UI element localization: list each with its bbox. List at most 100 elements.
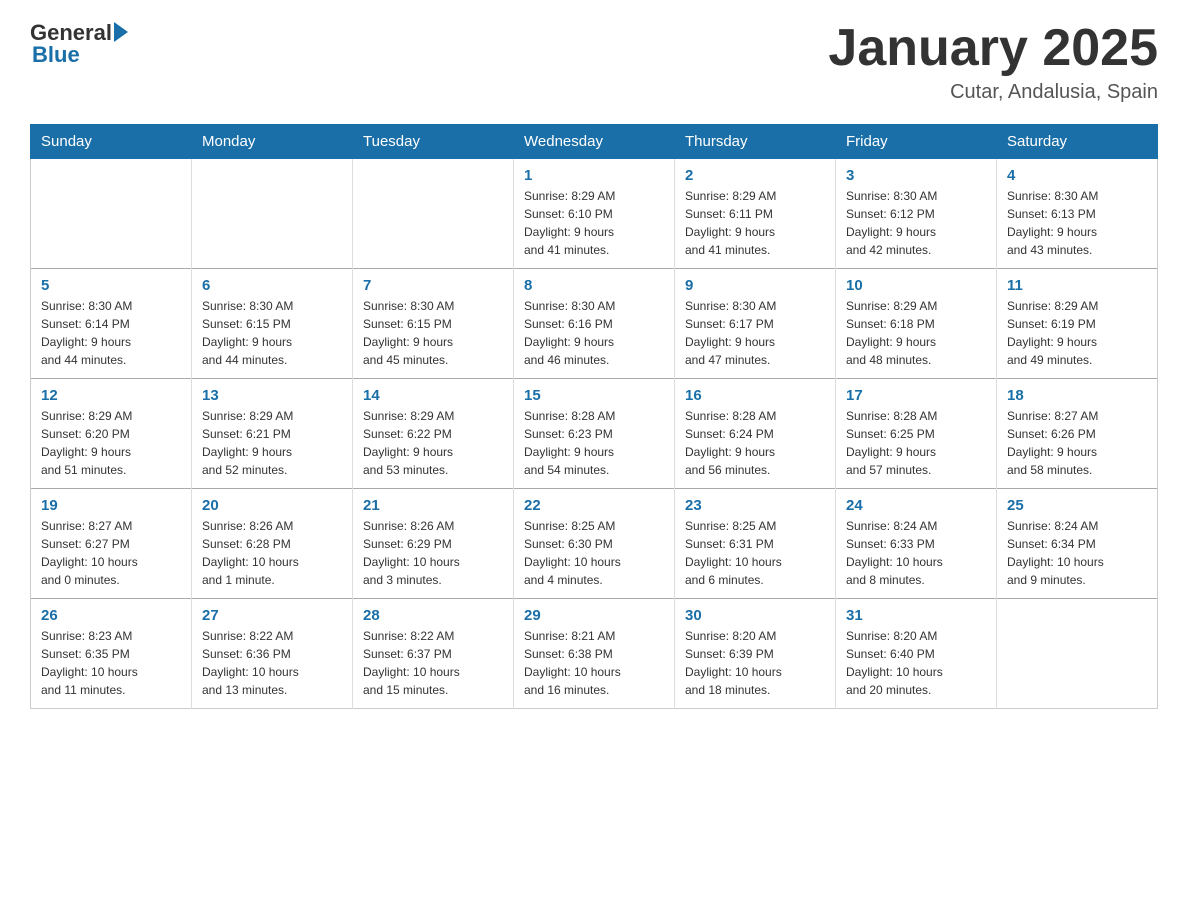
day-info: Sunrise: 8:30 AMSunset: 6:14 PMDaylight:…: [41, 297, 181, 369]
day-info: Sunrise: 8:28 AMSunset: 6:24 PMDaylight:…: [685, 407, 825, 479]
calendar-cell: [31, 159, 192, 269]
calendar-week-row: 12Sunrise: 8:29 AMSunset: 6:20 PMDayligh…: [31, 379, 1158, 489]
day-info: Sunrise: 8:29 AMSunset: 6:21 PMDaylight:…: [202, 407, 342, 479]
calendar-cell: 23 Sunrise: 8:25 AMSunset: 6:31 PMDayligh…: [675, 489, 836, 599]
day-number: 4: [1007, 167, 1147, 184]
calendar-cell: [353, 159, 514, 269]
calendar-cell: 3Sunrise: 8:30 AMSunset: 6:12 PMDaylight…: [836, 159, 997, 269]
weekday-header: Friday: [836, 125, 997, 159]
day-info: Sunrise: 8:24 AMSunset: 6:33 PMDaylight:…: [846, 517, 986, 589]
calendar-cell: 9Sunrise: 8:30 AMSunset: 6:17 PMDaylight…: [675, 269, 836, 379]
day-number: 5: [41, 277, 181, 294]
calendar-week-row: 19 Sunrise: 8:27 AMSunset: 6:27 PMDayligh…: [31, 489, 1158, 599]
calendar-cell: 10Sunrise: 8:29 AMSunset: 6:18 PMDayligh…: [836, 269, 997, 379]
day-info: Sunrise: 8:29 AMSunset: 6:10 PMDaylight:…: [524, 187, 664, 259]
calendar-cell: 26Sunrise: 8:23 AMSunset: 6:35 PMDayligh…: [31, 599, 192, 709]
day-number: 7: [363, 277, 503, 294]
logo: General Blue: [30, 20, 128, 68]
calendar-cell: 11 Sunrise: 8:29 AMSunset: 6:19 PMDayligh…: [997, 269, 1158, 379]
day-info: Sunrise: 8:30 AMSunset: 6:12 PMDaylight:…: [846, 187, 986, 259]
calendar-cell: 12Sunrise: 8:29 AMSunset: 6:20 PMDayligh…: [31, 379, 192, 489]
day-number: 27: [202, 607, 342, 624]
calendar-subtitle: Cutar, Andalusia, Spain: [828, 81, 1158, 104]
calendar-cell: 25Sunrise: 8:24 AMSunset: 6:34 PMDayligh…: [997, 489, 1158, 599]
calendar-cell: 19 Sunrise: 8:27 AMSunset: 6:27 PMDayligh…: [31, 489, 192, 599]
day-info: Sunrise: 8:29 AMSunset: 6:11 PMDaylight:…: [685, 187, 825, 259]
calendar-cell: 20 Sunrise: 8:26 AMSunset: 6:28 PMDayligh…: [192, 489, 353, 599]
day-number: 6: [202, 277, 342, 294]
day-number: 17: [846, 387, 986, 404]
calendar-cell: 31 Sunrise: 8:20 AMSunset: 6:40 PMDayligh…: [836, 599, 997, 709]
day-number: 24: [846, 497, 986, 514]
calendar-week-row: 5 Sunrise: 8:30 AMSunset: 6:14 PMDaylight…: [31, 269, 1158, 379]
calendar-cell: 17 Sunrise: 8:28 AMSunset: 6:25 PMDayligh…: [836, 379, 997, 489]
calendar-title-block: January 2025 Cutar, Andalusia, Spain: [828, 20, 1158, 104]
weekday-header: Saturday: [997, 125, 1158, 159]
day-number: 16: [685, 387, 825, 404]
day-info: Sunrise: 8:20 AMSunset: 6:39 PMDaylight:…: [685, 627, 825, 699]
day-info: Sunrise: 8:25 AMSunset: 6:30 PMDaylight:…: [524, 517, 664, 589]
calendar-cell: 5 Sunrise: 8:30 AMSunset: 6:14 PMDaylight…: [31, 269, 192, 379]
day-info: Sunrise: 8:22 AMSunset: 6:36 PMDaylight:…: [202, 627, 342, 699]
day-info: Sunrise: 8:23 AMSunset: 6:35 PMDaylight:…: [41, 627, 181, 699]
day-number: 15: [524, 387, 664, 404]
day-info: Sunrise: 8:29 AMSunset: 6:22 PMDaylight:…: [363, 407, 503, 479]
day-number: 14: [363, 387, 503, 404]
day-number: 12: [41, 387, 181, 404]
weekday-header: Monday: [192, 125, 353, 159]
day-info: Sunrise: 8:24 AMSunset: 6:34 PMDaylight:…: [1007, 517, 1147, 589]
day-number: 19: [41, 497, 181, 514]
calendar-cell: 18 Sunrise: 8:27 AMSunset: 6:26 PMDayligh…: [997, 379, 1158, 489]
page-header: General Blue January 2025 Cutar, Andalus…: [30, 20, 1158, 104]
calendar-cell: 7 Sunrise: 8:30 AMSunset: 6:15 PMDaylight…: [353, 269, 514, 379]
day-info: Sunrise: 8:29 AMSunset: 6:19 PMDaylight:…: [1007, 297, 1147, 369]
calendar-cell: 2 Sunrise: 8:29 AMSunset: 6:11 PMDaylight…: [675, 159, 836, 269]
day-number: 31: [846, 607, 986, 624]
day-info: Sunrise: 8:30 AMSunset: 6:15 PMDaylight:…: [202, 297, 342, 369]
logo-blue-text: Blue: [32, 42, 80, 68]
weekday-header: Wednesday: [514, 125, 675, 159]
day-number: 2: [685, 167, 825, 184]
calendar-cell: [997, 599, 1158, 709]
day-info: Sunrise: 8:22 AMSunset: 6:37 PMDaylight:…: [363, 627, 503, 699]
day-info: Sunrise: 8:29 AMSunset: 6:18 PMDaylight:…: [846, 297, 986, 369]
day-number: 29: [524, 607, 664, 624]
calendar-cell: 27 Sunrise: 8:22 AMSunset: 6:36 PMDayligh…: [192, 599, 353, 709]
weekday-header: Tuesday: [353, 125, 514, 159]
weekday-header-row: SundayMondayTuesdayWednesdayThursdayFrid…: [31, 125, 1158, 159]
calendar-cell: [192, 159, 353, 269]
day-info: Sunrise: 8:26 AMSunset: 6:29 PMDaylight:…: [363, 517, 503, 589]
weekday-header: Sunday: [31, 125, 192, 159]
day-number: 13: [202, 387, 342, 404]
calendar-cell: 29 Sunrise: 8:21 AMSunset: 6:38 PMDayligh…: [514, 599, 675, 709]
weekday-header: Thursday: [675, 125, 836, 159]
logo-arrow-icon: [114, 22, 128, 42]
day-number: 20: [202, 497, 342, 514]
day-number: 28: [363, 607, 503, 624]
calendar-cell: 16 Sunrise: 8:28 AMSunset: 6:24 PMDayligh…: [675, 379, 836, 489]
day-info: Sunrise: 8:21 AMSunset: 6:38 PMDaylight:…: [524, 627, 664, 699]
calendar-cell: 1Sunrise: 8:29 AMSunset: 6:10 PMDaylight…: [514, 159, 675, 269]
day-info: Sunrise: 8:30 AMSunset: 6:15 PMDaylight:…: [363, 297, 503, 369]
day-info: Sunrise: 8:25 AMSunset: 6:31 PMDaylight:…: [685, 517, 825, 589]
calendar-cell: 21Sunrise: 8:26 AMSunset: 6:29 PMDayligh…: [353, 489, 514, 599]
day-info: Sunrise: 8:20 AMSunset: 6:40 PMDaylight:…: [846, 627, 986, 699]
day-info: Sunrise: 8:30 AMSunset: 6:16 PMDaylight:…: [524, 297, 664, 369]
calendar-cell: 13 Sunrise: 8:29 AMSunset: 6:21 PMDayligh…: [192, 379, 353, 489]
calendar-cell: 22Sunrise: 8:25 AMSunset: 6:30 PMDayligh…: [514, 489, 675, 599]
calendar-week-row: 1Sunrise: 8:29 AMSunset: 6:10 PMDaylight…: [31, 159, 1158, 269]
day-number: 11: [1007, 277, 1147, 294]
day-info: Sunrise: 8:27 AMSunset: 6:27 PMDaylight:…: [41, 517, 181, 589]
day-number: 23: [685, 497, 825, 514]
calendar-cell: 6 Sunrise: 8:30 AMSunset: 6:15 PMDaylight…: [192, 269, 353, 379]
day-info: Sunrise: 8:27 AMSunset: 6:26 PMDaylight:…: [1007, 407, 1147, 479]
calendar-cell: 30Sunrise: 8:20 AMSunset: 6:39 PMDayligh…: [675, 599, 836, 709]
calendar-cell: 4 Sunrise: 8:30 AMSunset: 6:13 PMDaylight…: [997, 159, 1158, 269]
day-number: 18: [1007, 387, 1147, 404]
day-number: 8: [524, 277, 664, 294]
day-info: Sunrise: 8:28 AMSunset: 6:25 PMDaylight:…: [846, 407, 986, 479]
calendar-table: SundayMondayTuesdayWednesdayThursdayFrid…: [30, 124, 1158, 709]
day-info: Sunrise: 8:26 AMSunset: 6:28 PMDaylight:…: [202, 517, 342, 589]
calendar-week-row: 26Sunrise: 8:23 AMSunset: 6:35 PMDayligh…: [31, 599, 1158, 709]
day-info: Sunrise: 8:30 AMSunset: 6:13 PMDaylight:…: [1007, 187, 1147, 259]
